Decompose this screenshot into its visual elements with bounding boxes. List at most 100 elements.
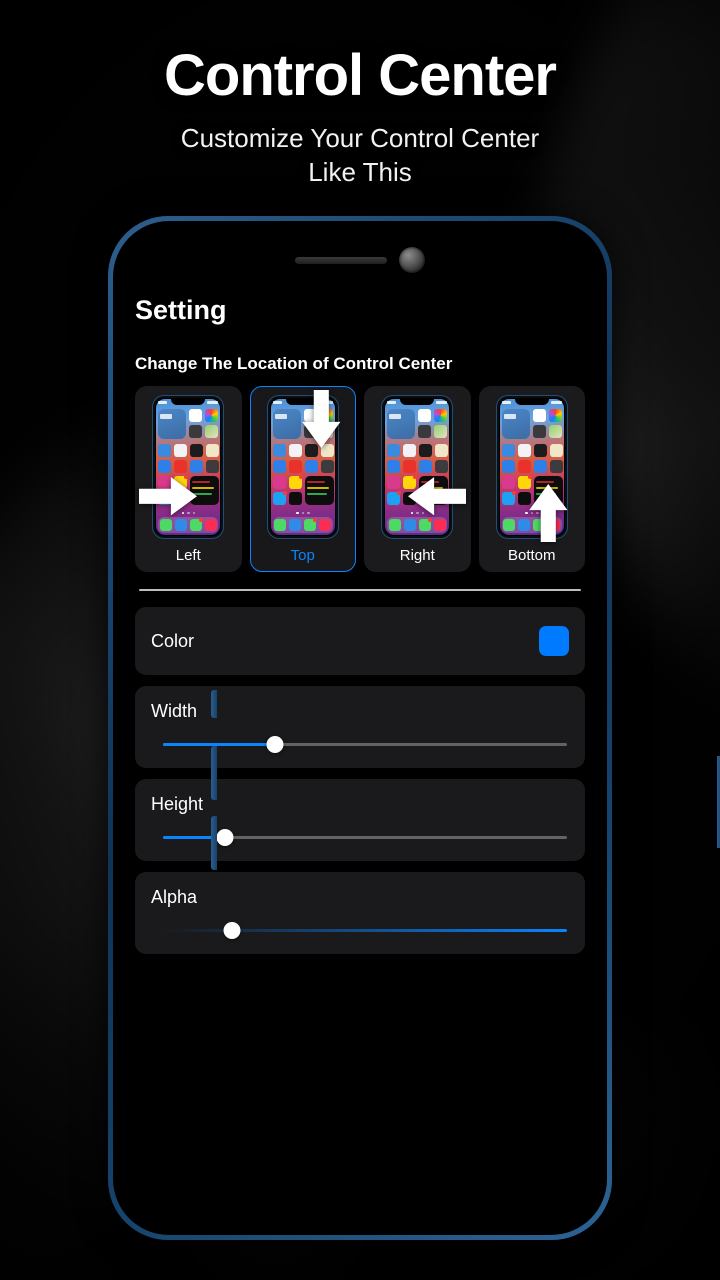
photos-icon — [205, 409, 219, 422]
app-icon — [272, 476, 286, 489]
arrow-down-icon — [301, 390, 342, 448]
app-icon — [206, 460, 220, 473]
app-icon — [387, 444, 401, 457]
color-label: Color — [151, 630, 195, 651]
setting-row-width: Width — [135, 686, 585, 768]
app-icon — [419, 460, 433, 473]
app-icon — [387, 476, 401, 489]
app-icon — [288, 475, 303, 489]
app-icon — [174, 460, 188, 473]
calendar-icon — [189, 409, 203, 422]
setting-row-alpha: Alpha — [135, 872, 585, 954]
page-title: Control Center — [164, 43, 557, 108]
notch — [171, 398, 206, 405]
app-icon — [517, 460, 531, 473]
phone-top-hardware — [113, 247, 607, 273]
app-icon — [288, 460, 302, 473]
app-icon — [158, 444, 172, 457]
app-icon — [435, 444, 449, 457]
notch — [514, 398, 549, 405]
calendar-icon — [418, 409, 432, 422]
music-app-icon — [319, 519, 332, 531]
app-icon-grid — [272, 444, 334, 505]
camera-icon — [189, 425, 203, 438]
app-icon — [403, 444, 417, 457]
arrow-left-icon — [408, 476, 467, 522]
phone-app-icon — [503, 519, 516, 531]
color-swatch-button[interactable] — [539, 626, 569, 656]
front-camera-lens-icon — [399, 247, 425, 273]
location-option-label: Right — [399, 547, 435, 564]
location-options-list: Left Top Right Bottom — [135, 386, 585, 572]
settings-list: Color Width Height Alpha — [135, 607, 585, 954]
app-icon — [174, 444, 188, 457]
mute-switch-button[interactable] — [211, 690, 217, 718]
location-option-label: Bottom — [507, 547, 556, 564]
weather-widget — [158, 409, 187, 439]
maps-icon — [205, 425, 219, 438]
app-icon — [190, 444, 204, 457]
location-option-label: Top — [290, 547, 315, 564]
phone-mockup: Setting Change The Location of Control C… — [108, 216, 720, 1240]
speaker-slit-icon — [295, 256, 387, 264]
setting-row-height: Height — [135, 779, 585, 861]
phone-screen: Setting Change The Location of Control C… — [113, 221, 607, 1235]
app-icon — [403, 460, 417, 473]
screen-title: Setting — [135, 295, 227, 325]
arrow-right-icon — [139, 476, 198, 522]
slider-thumb[interactable] — [223, 921, 241, 939]
app-icon — [304, 460, 318, 473]
app-screen: Setting Change The Location of Control C… — [113, 279, 607, 954]
messages-app-icon — [304, 518, 318, 531]
weather-widget — [501, 409, 530, 439]
calendar-icon — [532, 409, 546, 422]
maps-icon — [434, 425, 448, 438]
app-icon — [272, 491, 287, 505]
camera-icon — [418, 425, 432, 438]
app-icon — [387, 460, 401, 473]
camera-icon — [532, 425, 546, 438]
preview-wrapper — [382, 396, 467, 538]
maps-icon — [548, 425, 562, 438]
app-icon — [387, 491, 402, 505]
app-icon — [533, 460, 547, 473]
photos-icon — [434, 409, 448, 422]
app-icon — [320, 460, 334, 473]
weather-widget — [272, 409, 301, 439]
location-option-bottom[interactable]: Bottom — [478, 386, 585, 572]
app-icon — [501, 491, 516, 505]
preview-wrapper — [496, 396, 568, 542]
location-option-label: Left — [175, 547, 201, 564]
slider-fill — [163, 742, 275, 746]
widget-row — [387, 409, 448, 439]
preview-wrapper — [267, 390, 341, 538]
app-icon — [517, 444, 531, 457]
preview-wrapper — [139, 396, 224, 538]
page-subtitle-line2: Like This — [308, 157, 412, 188]
alpha-slider[interactable] — [151, 921, 569, 939]
volume-up-button[interactable] — [211, 746, 217, 800]
app-icon — [288, 444, 302, 457]
music-app-icon — [204, 519, 217, 531]
arrow-up-icon — [528, 484, 569, 542]
photos-icon — [548, 409, 562, 422]
phone-app-icon — [388, 519, 401, 531]
page-dots — [270, 511, 336, 514]
notch — [400, 398, 435, 405]
app-icon — [288, 492, 302, 505]
location-option-right[interactable]: Right — [364, 386, 471, 572]
app-icon — [190, 460, 204, 473]
widget-row — [158, 409, 219, 439]
setting-row-color[interactable]: Color — [135, 607, 585, 675]
app-icon — [501, 460, 515, 473]
app-icon — [435, 460, 449, 473]
app-icon — [272, 444, 286, 457]
volume-down-button[interactable] — [211, 816, 217, 870]
location-option-left[interactable]: Left — [135, 386, 242, 572]
slider-thumb[interactable] — [266, 735, 284, 753]
app-icon — [549, 444, 563, 457]
location-option-top[interactable]: Top — [249, 386, 356, 572]
dock — [272, 517, 333, 533]
app-icon — [549, 460, 563, 473]
slider-thumb[interactable] — [216, 828, 234, 846]
